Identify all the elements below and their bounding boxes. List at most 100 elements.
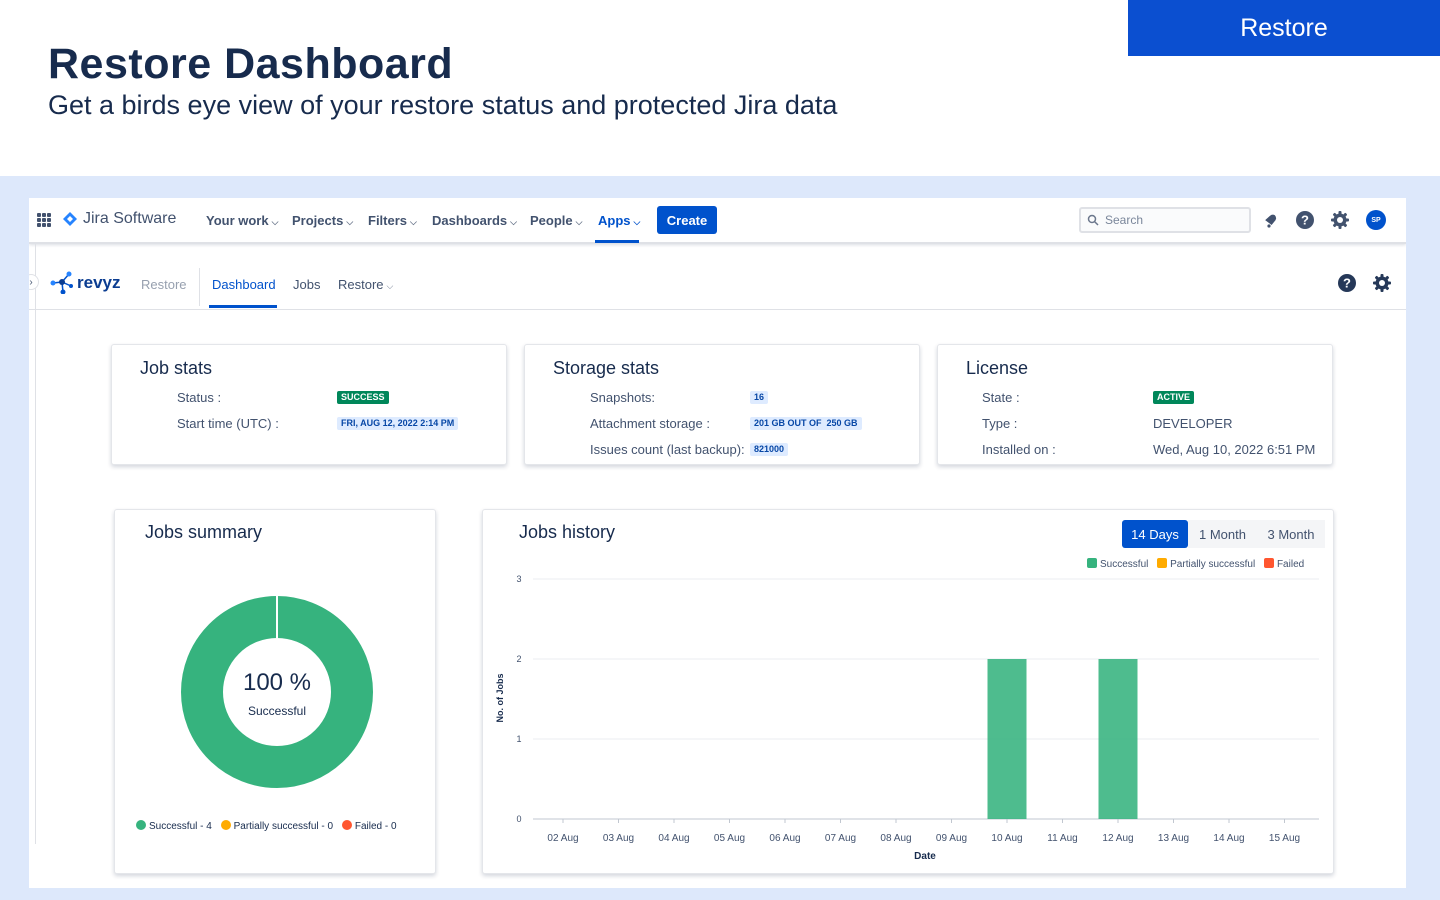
storage-stats-card: Storage stats Snapshots: 16 Attachment s… (524, 344, 920, 465)
x-tick-label: 09 Aug (936, 833, 967, 844)
attachment-storage-value: 201 GB OUT OF 250 GB (750, 417, 862, 430)
snapshots-label: Snapshots: (590, 390, 656, 405)
user-avatar[interactable]: SP (1366, 210, 1386, 230)
nav-apps[interactable]: Apps ⌵ (598, 213, 640, 228)
nav-people[interactable]: People ⌵ (530, 213, 582, 228)
status-label: Status : (177, 390, 222, 405)
settings-gear-icon[interactable] (1372, 273, 1392, 293)
issues-count-label: Issues count (last backup): (590, 442, 745, 457)
x-tick-label: 02 Aug (547, 833, 578, 844)
sidebar-expand-icon[interactable]: › (29, 274, 39, 290)
search-icon (1087, 214, 1099, 226)
donut-center-label: Successful (248, 704, 306, 718)
x-tick-label: 07 Aug (825, 833, 856, 844)
subtab-restore-menu[interactable]: Restore ⌵ (338, 277, 393, 292)
svg-text:?: ? (1301, 213, 1309, 228)
chevron-down-icon: ⌵ (410, 217, 417, 227)
restore-badge: Restore (1128, 0, 1440, 56)
revyz-brand: revyz (77, 273, 121, 292)
active-subtab-indicator (209, 305, 277, 308)
donut-center-value: 100 % (243, 669, 311, 696)
legend-label: Successful - 4 (149, 821, 212, 832)
x-axis-title: Date (914, 851, 936, 862)
license-type-label: Type : (982, 416, 1018, 431)
legend-swatch (341, 820, 352, 830)
nav-label: Apps (598, 213, 631, 228)
start-time-value: FRI, AUG 12, 2022 2:14 PM (337, 417, 459, 430)
status-badge: SUCCESS (337, 391, 389, 404)
chevron-down-icon: ⌵ (510, 217, 517, 227)
legend-swatch (136, 820, 146, 830)
y-tick-label: 2 (516, 654, 521, 664)
job-stats-card: Job stats Status : SUCCESS Start time (U… (111, 344, 507, 465)
top-navigation: Jira Software Your work ⌵ Projects ⌵ Filte… (29, 198, 1406, 244)
create-button[interactable]: Create (657, 206, 717, 234)
card-title: Storage stats (553, 358, 660, 378)
app-subnavigation: › revyz Restore Dashboard Jobs Restore ⌵ … (29, 246, 1406, 310)
legend-label: Failed - 0 (354, 821, 397, 832)
x-tick-label: 06 Aug (769, 833, 800, 844)
nav-label: Projects (292, 213, 344, 228)
jobs-history-card: Jobs history 14 Days 1 Month 3 Month Suc… (482, 509, 1334, 874)
card-title: Job stats (140, 358, 213, 378)
x-tick-label: 03 Aug (603, 833, 634, 844)
nav-label: Your work (206, 213, 269, 228)
legend-item[interactable]: Failed - 0 (341, 820, 397, 832)
sidebar-divider (35, 244, 36, 844)
chevron-down-icon: ⌵ (575, 217, 583, 227)
help-icon[interactable]: ? (1337, 273, 1357, 293)
card-title: Jobs summary (145, 522, 263, 542)
legend-swatch (220, 820, 231, 830)
notification-bell-icon[interactable] (1261, 210, 1281, 230)
x-tick-label: 12 Aug (1102, 833, 1133, 844)
card-title: License (966, 358, 1029, 378)
nav-your-work[interactable]: Your work ⌵ (206, 213, 278, 228)
installed-on-value: Wed, Aug 10, 2022 6:51 PM (1153, 442, 1316, 457)
y-tick-label: 1 (516, 734, 521, 744)
search-input[interactable] (1105, 212, 1245, 228)
nav-filters[interactable]: Filters ⌵ (368, 213, 417, 228)
x-tick-label: 08 Aug (880, 833, 911, 844)
chevron-down-icon: ⌵ (271, 217, 279, 227)
license-type-value: DEVELOPER (1153, 416, 1233, 431)
app-switcher-icon[interactable] (37, 213, 51, 227)
bar-successful[interactable] (987, 659, 1027, 819)
chevron-down-icon: ⌵ (633, 217, 641, 227)
subtab-restore-breadcrumb[interactable]: Restore (141, 277, 187, 292)
license-state-label: State : (982, 390, 1020, 405)
search-field[interactable] (1079, 207, 1251, 233)
nav-label: Dashboards (432, 213, 508, 228)
x-tick-label: 10 Aug (991, 833, 1022, 844)
attachment-storage-label: Attachment storage : (590, 416, 710, 431)
jobs-summary-donut: 100 % Successful (181, 596, 373, 788)
svg-text:?: ? (1343, 276, 1351, 291)
jobs-history-bar-chart: 02 Aug 03 Aug 04 Aug 05 Aug 06 Aug 07 Aug 08 A… (495, 574, 1319, 862)
x-tick-label: 05 Aug (714, 833, 745, 844)
nav-projects[interactable]: Projects ⌵ (292, 213, 353, 228)
hero-title: Restore Dashboard (48, 40, 454, 88)
chevron-down-icon: ⌵ (346, 217, 354, 227)
legend-label: Partially successful - 0 (233, 821, 334, 832)
subtab-dashboard[interactable]: Dashboard (212, 277, 276, 292)
nav-dashboards[interactable]: Dashboards ⌵ (432, 213, 517, 228)
license-state-badge: ACTIVE (1153, 391, 1195, 404)
active-tab-indicator (595, 240, 639, 243)
settings-gear-icon[interactable] (1330, 210, 1350, 230)
bar-successful[interactable] (1098, 659, 1138, 819)
chevron-down-icon: ⌵ (386, 281, 394, 291)
x-tick-label: 14 Aug (1213, 833, 1244, 844)
snapshots-value: 16 (750, 391, 769, 404)
product-name[interactable]: Jira Software (83, 210, 176, 228)
help-icon[interactable]: ? (1295, 210, 1315, 230)
jobs-summary-card: Jobs summary 100 % Successful Successful… (114, 509, 436, 874)
subtab-label: Restore (338, 277, 384, 292)
legend-item[interactable]: Successful - 4 (136, 820, 212, 832)
jira-logo-icon[interactable] (63, 212, 77, 226)
x-tick-label: 04 Aug (658, 833, 689, 844)
legend-item[interactable]: Partially successful - 0 (220, 820, 334, 832)
y-tick-label: 0 (516, 814, 521, 824)
app-window: Jira Software Your work ⌵ Projects ⌵ Filte… (29, 198, 1406, 888)
subtab-jobs[interactable]: Jobs (293, 277, 320, 292)
subnav-separator (199, 268, 200, 306)
license-card: License State : ACTIVE Type : DEVELOPER … (937, 344, 1333, 465)
